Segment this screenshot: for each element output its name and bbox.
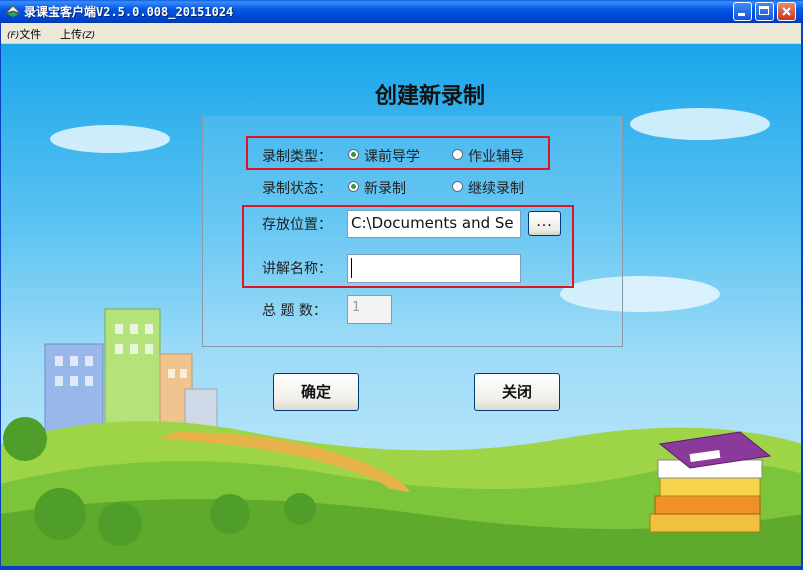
radio-continue-record-label[interactable]: 继续录制 — [468, 178, 524, 198]
menu-upload[interactable]: 上传(Z) — [60, 26, 95, 42]
books-illustration — [649, 431, 772, 533]
minimize-icon — [738, 13, 745, 16]
highlight-record-type — [246, 136, 550, 170]
menu-upload-label: 上传 — [60, 28, 82, 41]
menu-file[interactable]: (F)文件 — [7, 26, 41, 42]
client-area: 创建新录制 录制类型： 课前导学 作业辅导 录制状态： 新录制 继续录制 存放位… — [0, 44, 803, 566]
menu-file-label: 文件 — [19, 28, 42, 41]
record-status-label: 录制状态： — [262, 181, 332, 197]
ok-button[interactable]: 确定 — [273, 373, 359, 411]
maximize-button[interactable] — [755, 2, 774, 21]
close-window-button[interactable] — [777, 2, 796, 21]
radio-selected-dot — [351, 184, 356, 189]
title-bar[interactable]: 录课宝客户端V2.5.0.008_20151024 — [0, 0, 803, 23]
menu-file-accel: (F) — [7, 31, 20, 41]
menu-bar: (F)文件 上传(Z) — [0, 23, 803, 44]
close-icon — [782, 7, 791, 16]
app-logo-icon — [5, 5, 21, 17]
total-questions-field: 1 — [347, 295, 392, 324]
radio-continue-record[interactable] — [452, 181, 463, 192]
total-questions-label: 总 题 数： — [262, 303, 327, 319]
radio-new-record-label[interactable]: 新录制 — [364, 178, 406, 198]
highlight-location-name — [242, 205, 574, 288]
close-button[interactable]: 关闭 — [474, 373, 560, 411]
dialog-heading: 创建新录制 — [374, 84, 485, 109]
window-border-left — [0, 23, 1, 570]
radio-new-record[interactable] — [348, 181, 359, 192]
window-title: 录课宝客户端V2.5.0.008_20151024 — [24, 5, 234, 19]
window-border-bottom — [0, 566, 803, 570]
menu-upload-accel: (Z) — [82, 31, 96, 41]
maximize-icon — [759, 6, 769, 15]
minimize-button[interactable] — [733, 2, 752, 21]
